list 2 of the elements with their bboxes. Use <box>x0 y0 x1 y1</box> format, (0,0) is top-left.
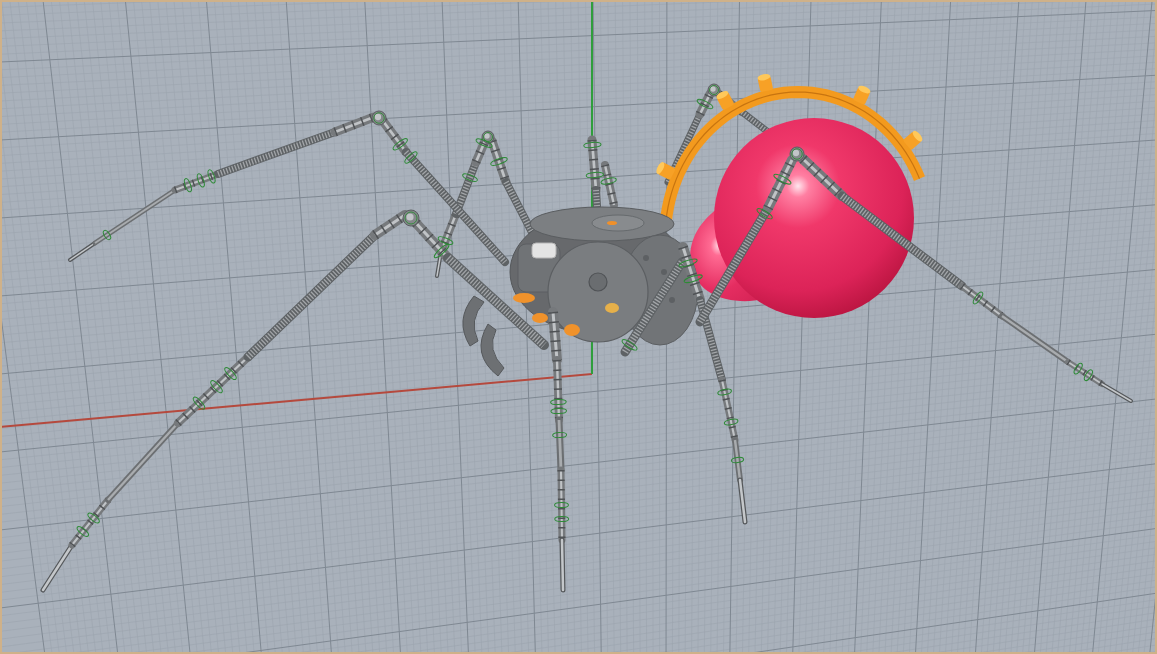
spider-fang <box>480 323 505 377</box>
spider-fang <box>462 295 485 347</box>
